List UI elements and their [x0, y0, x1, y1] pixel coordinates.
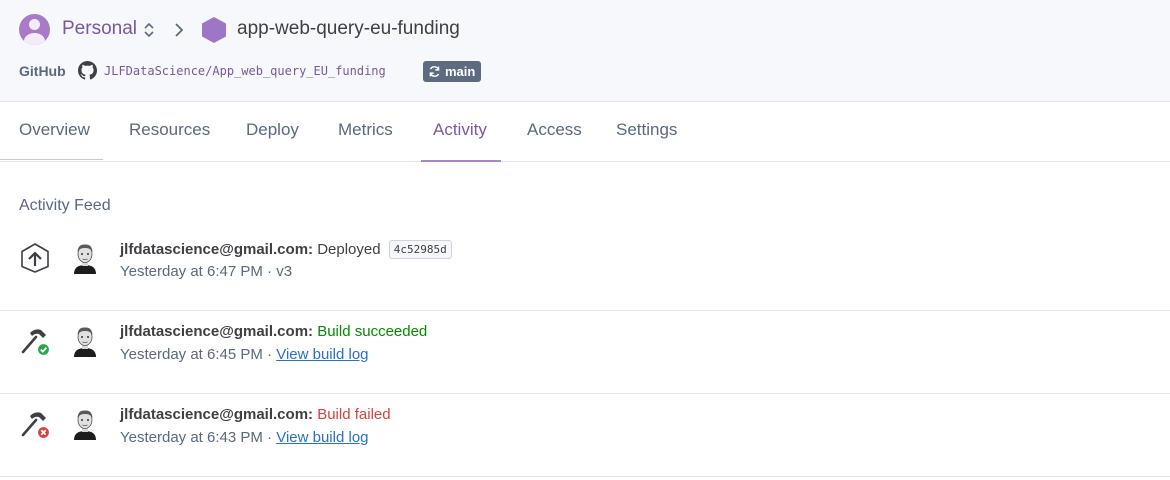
build-success-icon: [21, 329, 51, 357]
sync-icon: [429, 66, 440, 77]
deploy-icon: [21, 243, 49, 273]
tab-divider: [0, 159, 103, 160]
active-tab-indicator: [421, 160, 501, 162]
activity-time: Yesterday at 6:45 PM: [120, 346, 263, 363]
release-version: v3: [276, 263, 293, 280]
app-header: Personal app-web-query-eu-funding GitHub…: [0, 0, 1170, 102]
commit-sha[interactable]: 4c52985d: [388, 240, 452, 259]
activity-item: jlfdatascience@gmail.com: Build failed Y…: [0, 394, 1170, 477]
tab-settings[interactable]: Settings: [616, 102, 677, 162]
activity-meta: Yesterday at 6:43 PM · View build log: [120, 429, 369, 446]
meta-separator: ·: [262, 346, 277, 363]
user-avatar: [74, 327, 96, 357]
activity-item: jlfdatascience@gmail.com: Build succeede…: [0, 311, 1170, 394]
user-email: jlfdatascience@gmail.com:: [120, 241, 314, 258]
activity-meta: Yesterday at 6:47 PM · v3: [120, 263, 292, 280]
chevron-updown-icon[interactable]: [142, 20, 156, 40]
view-build-log-link[interactable]: View build log: [276, 429, 368, 446]
activity-feed-title: Activity Feed: [19, 197, 111, 214]
meta-separator: ·: [262, 263, 277, 280]
user-email: jlfdatascience@gmail.com:: [120, 406, 314, 423]
build-status: Build succeeded: [317, 323, 428, 340]
github-label: GitHub: [19, 63, 66, 79]
activity-item: jlfdatascience@gmail.com: Deployed 4c529…: [0, 228, 1170, 311]
user-email: jlfdatascience@gmail.com:: [120, 323, 314, 340]
activity-summary: jlfdatascience@gmail.com: Build succeede…: [120, 323, 427, 340]
repo-link[interactable]: JLFDataScience/App_web_query_EU_funding: [104, 64, 386, 78]
activity-action: Deployed: [317, 241, 381, 258]
branch-badge: main: [423, 61, 482, 82]
activity-time: Yesterday at 6:43 PM: [120, 429, 263, 446]
meta-separator: ·: [262, 429, 277, 446]
github-icon: [78, 61, 97, 80]
branch-name: main: [445, 64, 476, 79]
build-failed-icon: [21, 412, 51, 440]
app-tabs: Overview Resources Deploy Metrics Activi…: [0, 102, 1170, 162]
tab-deploy[interactable]: Deploy: [246, 102, 299, 162]
view-build-log-link[interactable]: View build log: [276, 346, 368, 363]
user-avatar: [74, 244, 96, 274]
build-status: Build failed: [317, 406, 391, 423]
activity-meta: Yesterday at 6:45 PM · View build log: [120, 346, 369, 363]
activity-summary: jlfdatascience@gmail.com: Deployed 4c529…: [120, 240, 452, 259]
app-name[interactable]: app-web-query-eu-funding: [237, 18, 460, 40]
team-avatar[interactable]: [19, 14, 50, 45]
chevron-right-icon: [175, 23, 184, 37]
activity-summary: jlfdatascience@gmail.com: Build failed: [120, 406, 391, 423]
app-hexagon-icon: [202, 17, 226, 43]
tab-metrics[interactable]: Metrics: [338, 102, 393, 162]
tab-overview[interactable]: Overview: [19, 102, 90, 162]
tab-access[interactable]: Access: [527, 102, 582, 162]
tab-activity[interactable]: Activity: [433, 102, 487, 162]
tab-resources[interactable]: Resources: [129, 102, 210, 162]
activity-time: Yesterday at 6:47 PM: [120, 263, 263, 280]
team-switcher-label[interactable]: Personal: [62, 18, 137, 40]
user-avatar: [74, 410, 96, 440]
